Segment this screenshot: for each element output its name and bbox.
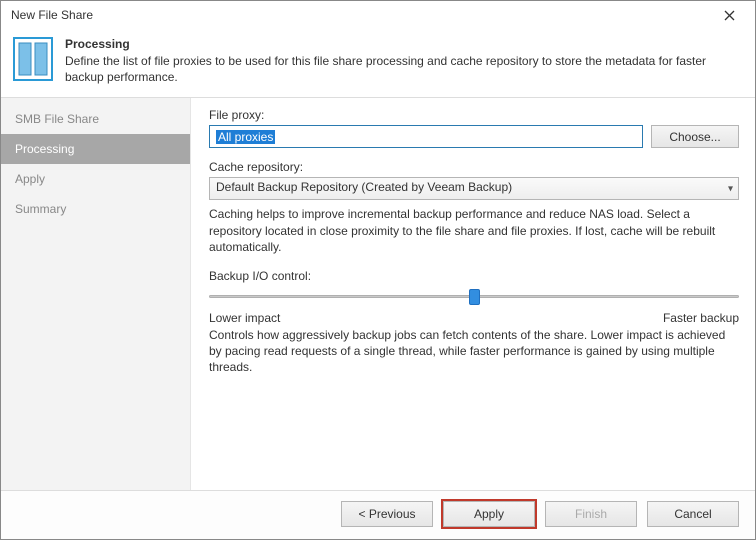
cache-repository-select[interactable]: Default Backup Repository (Created by Ve… — [209, 177, 739, 200]
io-control-slider[interactable] — [209, 289, 739, 307]
file-share-icon — [13, 37, 53, 81]
sidebar-item-processing[interactable]: Processing — [1, 134, 190, 164]
wizard-steps: SMB File Share Processing Apply Summary — [1, 98, 191, 490]
choose-button[interactable]: Choose... — [651, 125, 739, 148]
sidebar-item-smb-file-share[interactable]: SMB File Share — [1, 104, 190, 134]
close-icon[interactable] — [711, 2, 747, 28]
title-bar: New File Share — [1, 1, 755, 29]
wizard-body: SMB File Share Processing Apply Summary … — [1, 97, 755, 490]
file-proxy-field[interactable]: All proxies — [209, 125, 643, 148]
io-faster-label: Faster backup — [663, 311, 739, 325]
io-control-label: Backup I/O control: — [209, 269, 739, 283]
page-description: Define the list of file proxies to be us… — [65, 53, 725, 85]
page-title: Processing — [65, 37, 725, 51]
sidebar-item-apply[interactable]: Apply — [1, 164, 190, 194]
io-control-description: Controls how aggressively backup jobs ca… — [209, 327, 739, 376]
wizard-footer: < Previous Apply Finish Cancel — [1, 490, 755, 539]
apply-button[interactable]: Apply — [443, 501, 535, 527]
cache-repository-label: Cache repository: — [209, 160, 739, 174]
finish-button[interactable]: Finish — [545, 501, 637, 527]
io-lower-label: Lower impact — [209, 311, 280, 325]
cancel-button[interactable]: Cancel — [647, 501, 739, 527]
window-title: New File Share — [11, 8, 93, 22]
wizard-header: Processing Define the list of file proxi… — [1, 29, 755, 97]
slider-thumb[interactable] — [469, 289, 480, 305]
cache-repository-description: Caching helps to improve incremental bac… — [209, 206, 739, 255]
wizard-main: File proxy: All proxies Choose... Cache … — [191, 98, 755, 490]
previous-button[interactable]: < Previous — [341, 501, 433, 527]
file-proxy-label: File proxy: — [209, 108, 739, 122]
sidebar-item-summary[interactable]: Summary — [1, 194, 190, 224]
file-proxy-value: All proxies — [216, 130, 275, 144]
